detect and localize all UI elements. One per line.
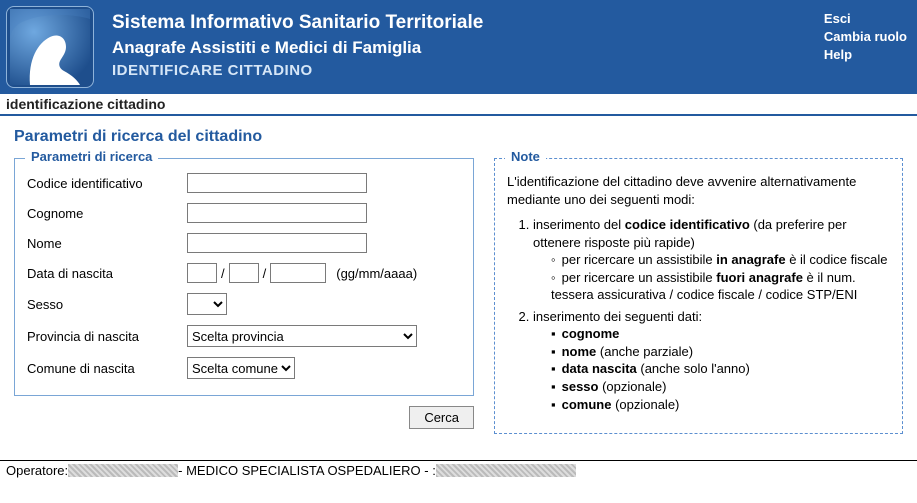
notes-item-1: inserimento del codice identificativo (d… [533, 216, 890, 304]
function-title: IDENTIFICARE CITTADINO [112, 62, 824, 79]
cognome-input[interactable] [187, 203, 367, 223]
operator-name-redacted [68, 464, 178, 477]
cognome-label: Cognome [27, 206, 187, 221]
notes-legend: Note [505, 149, 546, 164]
cerca-button[interactable]: Cerca [409, 406, 474, 429]
comune-select[interactable]: Scelta comune [187, 357, 295, 379]
form-actions: Cerca [14, 406, 474, 429]
notes-intro: L'identificazione del cittadino deve avv… [507, 174, 856, 207]
codice-identificativo-input[interactable] [187, 173, 367, 193]
month-input[interactable] [229, 263, 259, 283]
search-legend: Parametri di ricerca [25, 149, 158, 164]
sesso-select[interactable] [187, 293, 227, 315]
provincia-select[interactable]: Scelta provincia [187, 325, 417, 347]
logout-link[interactable]: Esci [824, 10, 907, 28]
codice-label: Codice identificativo [27, 176, 187, 191]
date-separator: / [263, 266, 267, 281]
comune-label: Comune di nascita [27, 361, 187, 376]
notes-item-2: inserimento dei seguenti dati: cognome n… [533, 308, 890, 413]
app-header: Sistema Informativo Sanitario Territoria… [0, 0, 917, 94]
provincia-label: Provincia di nascita [27, 329, 187, 344]
change-role-link[interactable]: Cambia ruolo [824, 28, 907, 46]
sesso-label: Sesso [27, 297, 187, 312]
nome-input[interactable] [187, 233, 367, 253]
year-input[interactable] [270, 263, 326, 283]
day-input[interactable] [187, 263, 217, 283]
main-content: Parametri di ricerca del cittadino Param… [0, 116, 917, 442]
header-links: Esci Cambia ruolo Help [824, 6, 907, 65]
module-title: Anagrafe Assistiti e Medici di Famiglia [112, 38, 824, 58]
app-logo [6, 6, 94, 88]
header-titles: Sistema Informativo Sanitario Territoria… [112, 6, 824, 79]
search-parameters-fieldset: Parametri di ricerca Codice identificati… [14, 158, 474, 396]
status-bar: Operatore: - MEDICO SPECIALISTA OSPEDALI… [0, 460, 917, 480]
data-nascita-label: Data di nascita [27, 266, 187, 281]
breadcrumb: identificazione cittadino [0, 94, 917, 116]
notes-fieldset: Note L'identificazione del cittadino dev… [494, 158, 903, 434]
date-separator: / [221, 266, 225, 281]
page-title: Parametri di ricerca del cittadino [14, 128, 903, 146]
notes-body: L'identificazione del cittadino deve avv… [507, 173, 890, 413]
notes-sub-1b: per ricercare un assistibile fuori anagr… [551, 269, 890, 304]
operatore-label: Operatore: [6, 463, 68, 478]
help-link[interactable]: Help [824, 46, 907, 64]
operator-detail-redacted [436, 464, 576, 477]
notes-sub-1a: per ricercare un assistibile in anagrafe… [551, 251, 890, 269]
operator-role: - MEDICO SPECIALISTA OSPEDALIERO - : [178, 463, 436, 478]
nome-label: Nome [27, 236, 187, 251]
system-title: Sistema Informativo Sanitario Territoria… [112, 12, 824, 34]
date-format-hint: (gg/mm/aaaa) [336, 266, 417, 281]
profile-silhouette-icon [10, 9, 90, 85]
